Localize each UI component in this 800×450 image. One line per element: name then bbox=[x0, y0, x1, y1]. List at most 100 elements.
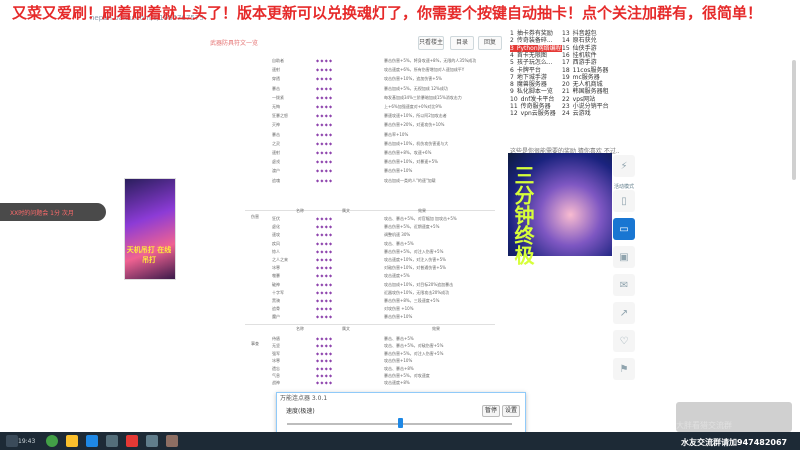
table-cell-attr: ◆ ◆ ◆ ◆ bbox=[316, 365, 333, 371]
app-icon[interactable] bbox=[146, 435, 158, 447]
hot-search-item[interactable]: 18 11cos服务器 bbox=[562, 67, 608, 74]
table-cell-name: 一拨紧 bbox=[272, 94, 284, 100]
hot-search-label: 首卡无限图 bbox=[516, 51, 547, 59]
hot-search-label: mc服务器 bbox=[572, 73, 600, 81]
taskbar-clock: 19:43 bbox=[18, 438, 36, 445]
hot-search-label: 卡牌平台 bbox=[516, 66, 541, 74]
hot-search-rank: 10 bbox=[510, 95, 518, 103]
table-cell-effect: 暴击伤害+5%，近期速度+5% bbox=[384, 224, 440, 230]
speed-label: 速度(极速) bbox=[286, 408, 315, 415]
banner-text: 又菜又爱刷！刷着刷着就上头了！版本更新可以兑换魂灯了，你需要个按键自动抽卡！点个… bbox=[12, 4, 763, 22]
app-icon[interactable] bbox=[166, 435, 178, 447]
hot-search-item[interactable]: 5 孩子玩怎么... bbox=[510, 59, 553, 66]
mail-icon: ✉ bbox=[619, 279, 629, 291]
table-cell-attr: ◆ ◆ ◆ ◆ bbox=[316, 306, 333, 312]
hot-search-item[interactable]: 7 地下城手游 bbox=[510, 74, 547, 81]
table-cell-attr: ◆ ◆ ◆ ◆ bbox=[316, 265, 333, 271]
table-cell-name: 疾风 bbox=[272, 240, 280, 246]
table-cell-effect: 暴击伤害+10% bbox=[384, 168, 413, 174]
only-owner-button[interactable]: 只看楼主 bbox=[418, 36, 444, 50]
table-cell-effect: 暴速攻速+10%，所以阿2加攻击者 bbox=[384, 113, 447, 119]
hot-search-rank: 14 bbox=[562, 37, 570, 45]
col-attr-header: 属文 bbox=[342, 326, 350, 331]
speed-slider-thumb[interactable] bbox=[397, 418, 403, 428]
hot-search-rank: 7 bbox=[510, 73, 514, 81]
recorder-icon[interactable] bbox=[126, 435, 138, 447]
table-cell-effect: 攻击速度+5% bbox=[384, 273, 410, 279]
table-cell-effect: 攻击速度+8% bbox=[384, 380, 410, 386]
hot-search-rank: 13 bbox=[562, 30, 570, 37]
table-cell-attr: ◆ ◆ ◆ ◆ bbox=[316, 343, 333, 349]
table-cell-name: 狂暴之怒 bbox=[272, 113, 288, 119]
hot-search-item[interactable]: 21 韩国服务器租 bbox=[562, 88, 609, 95]
table-cell-name: 追魂 bbox=[272, 177, 280, 183]
table-cell-attr: ◆ ◆ ◆ ◆ bbox=[316, 224, 333, 230]
hot-search-rank: 11 bbox=[510, 103, 518, 110]
side-toolbar: ⚡ 活动模式 ▯ ▭ ▣ ✉ ↗ ♡ ⚑ bbox=[613, 155, 635, 380]
share-button[interactable]: ↗ bbox=[613, 302, 635, 324]
steam-icon[interactable] bbox=[106, 435, 118, 447]
hot-search-label: 仙侠手游 bbox=[572, 44, 597, 52]
table-cell-attr: ◆ ◆ ◆ ◆ bbox=[316, 113, 333, 119]
gift-button[interactable]: ▣ bbox=[613, 246, 635, 268]
table-cell-attr: ◆ ◆ ◆ ◆ bbox=[316, 131, 333, 137]
table-cell-name: 速射 bbox=[272, 67, 280, 73]
app-icon[interactable] bbox=[86, 435, 98, 447]
table-cell-effect: 攻击速度+10%，对注入伤害+5% bbox=[384, 257, 446, 262]
table-cell-name: 自助者 bbox=[272, 58, 284, 63]
table-cell-attr: ◆ ◆ ◆ ◆ bbox=[316, 150, 333, 155]
hot-search-label: 传奇服务器 bbox=[520, 103, 551, 110]
hot-search-item[interactable]: 3 Python网络编程 bbox=[510, 44, 562, 52]
hot-search-item[interactable]: 24 云游戏 bbox=[562, 110, 591, 117]
table-cell-name: 无坚 bbox=[272, 343, 280, 349]
flag-button[interactable]: ⚑ bbox=[613, 358, 635, 380]
right-ad-text: 三分钟终极 bbox=[511, 165, 535, 265]
mail-button[interactable]: ✉ bbox=[613, 274, 635, 296]
table-cell-effect: 攻击速度+6%，所有伤害增加对人速加成平Y bbox=[384, 67, 465, 73]
bolt-button[interactable]: ⚡ bbox=[613, 155, 635, 177]
table-cell-attr: ◆ ◆ ◆ ◆ bbox=[316, 232, 333, 238]
hot-search-item[interactable]: 6 卡牌平台 bbox=[510, 67, 541, 74]
table-cell-name: 噬暴 bbox=[272, 273, 280, 279]
hot-search-item[interactable]: 17 西游手游 bbox=[562, 59, 597, 66]
hot-search-item[interactable]: 2 传奇装备碎... bbox=[510, 37, 553, 44]
toc-button[interactable]: 目录 bbox=[450, 36, 474, 50]
table-cell-attr: ◆ ◆ ◆ ◆ bbox=[316, 336, 333, 341]
scrollbar[interactable] bbox=[792, 60, 796, 180]
phone-icon: ▯ bbox=[621, 195, 627, 207]
settings-button[interactable]: 设置 bbox=[502, 405, 520, 417]
table-cell-effect: 暴击伤害+5%，将身攻速+8%，无限的人35%成功 bbox=[384, 58, 477, 63]
side-notification-text: XX时的问题会 1分 次月 bbox=[10, 210, 74, 217]
hot-search-rank: 3 bbox=[510, 44, 514, 52]
folder-icon[interactable] bbox=[66, 435, 78, 447]
reply-button[interactable]: 回复 bbox=[478, 36, 502, 50]
hot-search-label: 挂机软件 bbox=[572, 51, 597, 59]
table-cell-effect: 调整机速 30% bbox=[384, 232, 411, 238]
browser-icon[interactable] bbox=[46, 435, 58, 447]
table-cell-effect: 近器攻伤+10%，无限攻击20%成功 bbox=[384, 289, 450, 295]
table-cell-attr: ◆ ◆ ◆ ◆ bbox=[316, 177, 333, 183]
table-cell-effect: 暴击伤害+10%，对暴速+5% bbox=[384, 159, 438, 165]
hot-search-item[interactable]: 15 仙侠手游 bbox=[562, 45, 597, 52]
hot-search-item[interactable]: 9 私化脚本一览 bbox=[510, 88, 553, 95]
phone-button[interactable]: ▯ bbox=[613, 190, 635, 212]
toolbar-label: 活动模式 bbox=[613, 184, 634, 190]
pause-button[interactable]: 暂停 bbox=[482, 405, 500, 417]
heart-button[interactable]: ♡ bbox=[613, 330, 635, 352]
start-icon[interactable] bbox=[6, 435, 18, 447]
hot-search-label: 传奇装备碎... bbox=[516, 37, 553, 45]
hot-search-item[interactable]: 22 vps网站 bbox=[562, 96, 595, 103]
table-cell-name: 追骨 bbox=[272, 306, 280, 312]
hot-search-rank: 22 bbox=[562, 95, 570, 103]
chat-icon: ▭ bbox=[619, 223, 629, 235]
table-cell-name: 暴击 bbox=[272, 131, 280, 137]
hot-search-item[interactable]: 14 原石获兑 bbox=[562, 37, 597, 44]
hot-search-rank: 1 bbox=[510, 30, 514, 37]
hot-search-label: 云游戏 bbox=[572, 110, 591, 118]
hot-search-item[interactable]: 12 vpn云服务器 bbox=[510, 110, 556, 117]
hot-search-item[interactable]: 10 dnf发卡平台 bbox=[510, 96, 554, 103]
hot-search-item[interactable]: 19 mc服务器 bbox=[562, 74, 600, 81]
chat-button[interactable]: ▭ bbox=[613, 218, 635, 240]
hot-search-rank: 21 bbox=[562, 88, 570, 96]
heart-icon: ♡ bbox=[619, 335, 629, 347]
